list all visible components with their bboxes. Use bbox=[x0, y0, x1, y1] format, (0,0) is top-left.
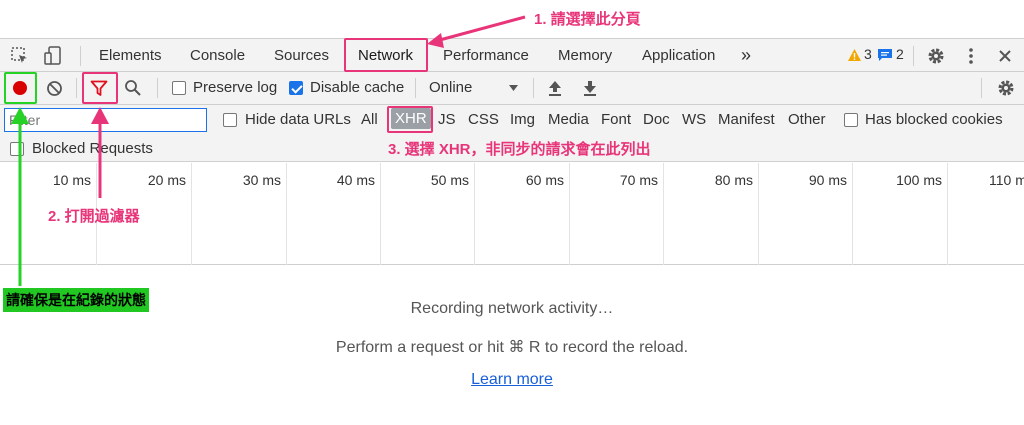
pink-arrow-to-filter-button bbox=[91, 107, 109, 198]
annotation-step3: 3. 選擇 XHR，非同步的請求會在此列出 bbox=[388, 141, 651, 158]
annotation-step2: 2. 打開過濾器 bbox=[48, 208, 140, 225]
pink-arrow-to-network-tab bbox=[427, 15, 526, 48]
annotation-step1: 1. 請選擇此分頁 bbox=[534, 11, 641, 28]
green-arrow-to-record-button bbox=[11, 107, 29, 286]
annotation-arrows bbox=[11, 15, 526, 286]
annotation-recording-note: 請確保是在紀錄的狀態 bbox=[3, 288, 149, 312]
devtools-network-panel: Elements Console Sources Network Perform… bbox=[0, 0, 1024, 425]
